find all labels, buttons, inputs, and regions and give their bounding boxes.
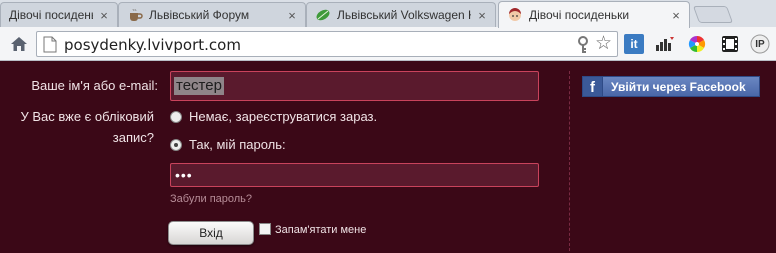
account-question-line2: запис? xyxy=(112,130,154,145)
key-icon[interactable] xyxy=(575,36,591,54)
color-wheel-icon[interactable] xyxy=(687,34,707,54)
close-icon[interactable]: × xyxy=(97,8,111,23)
password-field[interactable]: ••• xyxy=(170,163,539,187)
ip-icon[interactable]: IP xyxy=(750,34,770,54)
email-value: тестер xyxy=(174,77,224,95)
option-have-password[interactable]: Так, мій пароль: xyxy=(170,137,286,152)
tab-title: Дівочі посиденьки xyxy=(9,8,93,22)
page-content: Ваше ім'я або e-mail: тестер У Вас вже є… xyxy=(0,61,776,253)
it-extension-icon[interactable]: it xyxy=(624,34,644,54)
close-icon[interactable]: × xyxy=(475,8,489,23)
email-field[interactable]: тестер xyxy=(170,71,539,101)
forgot-password-link[interactable]: Забули пароль? xyxy=(170,193,252,205)
bookmark-star-icon[interactable]: ☆ xyxy=(595,34,612,54)
ip-icon-label: IP xyxy=(755,38,765,50)
tab-title: Дівочі посиденьки xyxy=(529,8,630,22)
url-text: posydenky.lvivport.com xyxy=(64,36,241,54)
option-register-now[interactable]: Немає, зареєструватися зараз. xyxy=(170,109,377,124)
login-button[interactable]: Вхід xyxy=(168,221,254,245)
address-bar[interactable]: posydenky.lvivport.com ☆ xyxy=(36,31,618,57)
tab-divochi-posydenky-active[interactable]: Дівочі посиденьки × xyxy=(498,1,690,28)
tab-divochi-posydenky-1[interactable]: Дівочі посиденьки × xyxy=(0,2,118,27)
remember-me-checkbox[interactable] xyxy=(259,222,271,235)
browser-toolbar: posydenky.lvivport.com ☆ it IP xyxy=(0,27,776,61)
leaf-icon xyxy=(315,7,331,23)
account-question-line1: У Вас вже є обліковий xyxy=(20,109,155,124)
tab-lvivskyi-forum[interactable]: Львівський Форум × xyxy=(118,2,306,27)
password-value: ••• xyxy=(175,167,193,183)
film-icon[interactable] xyxy=(720,34,740,54)
radio-no-account[interactable] xyxy=(170,110,182,123)
option-have-password-label: Так, мій пароль: xyxy=(189,137,286,152)
close-icon[interactable]: × xyxy=(669,8,683,23)
tab-title: Львівський Форум xyxy=(149,8,250,22)
new-tab-button[interactable] xyxy=(692,6,734,23)
tab-strip: Дівочі посиденьки × Львівський Форум × Л… xyxy=(0,0,776,28)
girl-face-icon xyxy=(507,7,523,23)
tab-lvivskyi-volkswagen[interactable]: Львівський Volkswagen Клуб × xyxy=(306,2,496,27)
remember-me-label: Запам'ятати мене xyxy=(275,224,367,236)
remember-me[interactable]: Запам'ятати мене xyxy=(259,222,367,236)
facebook-icon: f xyxy=(583,77,603,96)
option-register-now-label: Немає, зареєструватися зараз. xyxy=(189,109,378,124)
account-question: У Вас вже є обліковий запис? xyxy=(0,106,155,148)
home-icon[interactable] xyxy=(9,34,29,54)
bars-chart-icon[interactable] xyxy=(655,34,675,54)
close-icon[interactable]: × xyxy=(285,8,299,23)
tab-title: Львівський Volkswagen Клуб xyxy=(337,8,471,22)
radio-have-password[interactable] xyxy=(170,138,182,151)
email-label: Ваше ім'я або e-mail: xyxy=(31,78,158,93)
facebook-login-button[interactable]: f Увійти через Facebook xyxy=(582,76,760,97)
facebook-login-label: Увійти через Facebook xyxy=(611,79,746,94)
coffee-cup-icon xyxy=(127,7,143,23)
page-icon xyxy=(43,36,57,53)
divider xyxy=(569,71,570,251)
